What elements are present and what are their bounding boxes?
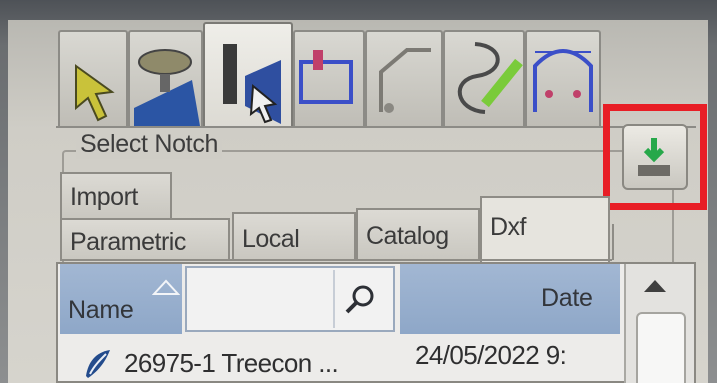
scroll-up-arrow-icon[interactable] — [642, 278, 668, 294]
filter-separator — [333, 270, 335, 328]
freehand-curve-icon — [457, 42, 523, 114]
tool-tab-curve[interactable] — [443, 30, 525, 126]
tab-parametric[interactable]: Parametric — [60, 218, 230, 260]
machine-cut-icon — [134, 49, 200, 126]
column-header-name-label: Name — [68, 296, 134, 324]
tool-strip-divider — [56, 126, 696, 128]
tool-tab-machine[interactable] — [128, 30, 203, 126]
tab-dxf[interactable]: Dxf — [480, 196, 610, 262]
tab-local[interactable]: Local — [232, 212, 356, 260]
tool-tab-rectangle[interactable] — [293, 30, 365, 126]
search-icon[interactable] — [342, 282, 378, 318]
chamfer-corner-icon — [379, 48, 431, 113]
cursor-arrow-icon — [75, 64, 115, 122]
row-date: 24/05/2022 9: — [415, 340, 567, 370]
list-row[interactable]: 26975-1 Treecon ... 24/05/2022 9: — [60, 340, 622, 383]
column-header-date-label: Date — [541, 284, 593, 312]
dxf-file-icon — [86, 350, 110, 378]
group-title: Select Notch — [76, 130, 223, 159]
highlight-box — [603, 104, 707, 210]
tab-baseline — [60, 259, 612, 261]
notch-tool-icon — [223, 44, 281, 124]
arch-profile-icon — [533, 49, 593, 112]
tool-tab-select[interactable] — [58, 30, 128, 126]
tab-catalog[interactable]: Catalog — [356, 208, 480, 260]
row-name: 26975-1 Treecon ... — [124, 348, 339, 378]
tab-import[interactable]: Import — [60, 172, 172, 218]
scrollbar-thumb[interactable] — [636, 312, 686, 383]
tool-tab-arch[interactable] — [525, 30, 601, 126]
tool-tab-notch[interactable] — [203, 22, 293, 128]
sort-ascending-icon — [152, 279, 180, 295]
tool-tab-chamfer[interactable] — [365, 30, 443, 126]
tab-end-divider — [612, 224, 614, 260]
rectangle-notch-icon — [299, 50, 353, 104]
